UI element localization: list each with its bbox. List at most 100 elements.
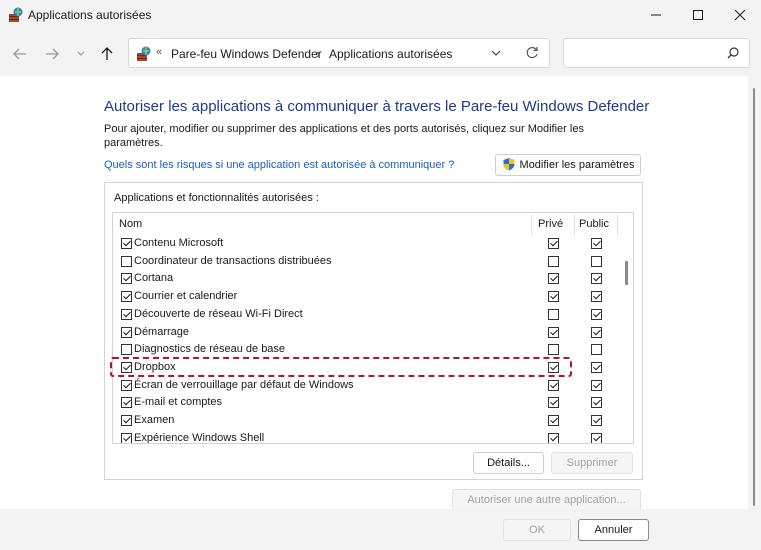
- private-checkbox[interactable]: [548, 344, 559, 356]
- window-scrollbar[interactable]: [748, 76, 761, 509]
- search-input[interactable]: [563, 38, 750, 68]
- up-arrow-icon[interactable]: [97, 44, 117, 64]
- public-checkbox[interactable]: [591, 361, 602, 373]
- enabled-checkbox[interactable]: [121, 308, 132, 320]
- list-item[interactable]: Écran de verrouillage par défaut de Wind…: [113, 377, 618, 395]
- list-item[interactable]: Démarrage: [113, 324, 618, 342]
- firewall-app-icon: [8, 7, 24, 23]
- private-checkbox[interactable]: [548, 291, 559, 303]
- enabled-checkbox[interactable]: [121, 379, 132, 391]
- public-checkbox[interactable]: [591, 415, 602, 426]
- breadcrumb-firewall[interactable]: Pare-feu Windows Defender: [171, 47, 322, 61]
- public-checkbox[interactable]: [591, 308, 602, 320]
- public-checkbox[interactable]: [591, 326, 602, 338]
- shield-icon: [502, 157, 516, 174]
- public-checkbox[interactable]: [591, 273, 602, 285]
- public-checkbox[interactable]: [591, 291, 602, 303]
- enabled-checkbox[interactable]: [121, 344, 132, 356]
- private-checkbox[interactable]: [548, 308, 559, 320]
- enabled-checkbox[interactable]: [121, 255, 132, 267]
- list-item[interactable]: Cortana: [113, 270, 618, 288]
- private-checkbox[interactable]: [548, 379, 559, 391]
- address-bar[interactable]: « Pare-feu Windows Defender › Applicatio…: [128, 38, 550, 68]
- app-name: Écran de verrouillage par défaut de Wind…: [134, 378, 354, 391]
- public-checkbox[interactable]: [591, 432, 602, 443]
- enabled-checkbox[interactable]: [121, 432, 132, 443]
- column-header-name[interactable]: Nom: [119, 218, 142, 230]
- scrollbar-thumb[interactable]: [753, 88, 755, 506]
- private-checkbox[interactable]: [548, 326, 559, 338]
- app-name: Contenu Microsoft: [134, 237, 224, 249]
- private-checkbox[interactable]: [548, 255, 559, 267]
- public-checkbox[interactable]: [591, 344, 602, 356]
- enabled-checkbox[interactable]: [121, 397, 132, 409]
- list-scrollbar-thumb[interactable]: [625, 261, 628, 285]
- column-header-public[interactable]: Public: [579, 218, 609, 230]
- page-title: Autoriser les applications à communiquer…: [104, 98, 650, 115]
- column-divider: [617, 215, 618, 235]
- back-arrow-icon[interactable]: [10, 44, 30, 64]
- column-header-private[interactable]: Privé: [538, 218, 563, 230]
- public-checkbox[interactable]: [591, 255, 602, 267]
- public-checkbox[interactable]: [591, 397, 602, 409]
- enabled-checkbox[interactable]: [121, 415, 132, 426]
- public-checkbox[interactable]: [591, 379, 602, 391]
- enabled-checkbox[interactable]: [121, 291, 132, 303]
- private-checkbox[interactable]: [548, 238, 559, 249]
- app-name: Examen: [134, 414, 175, 426]
- list-scrollbar[interactable]: [619, 235, 633, 443]
- breadcrumb-overflow[interactable]: «: [156, 46, 162, 58]
- delete-button[interactable]: Supprimer: [551, 452, 633, 474]
- ok-button[interactable]: OK: [503, 519, 571, 541]
- minimize-button[interactable]: [633, 0, 679, 30]
- enabled-checkbox[interactable]: [121, 326, 132, 338]
- app-name: E-mail et comptes: [134, 396, 223, 409]
- risks-link[interactable]: Quels sont les risques si une applicatio…: [104, 159, 454, 171]
- close-button[interactable]: [717, 0, 761, 30]
- private-checkbox[interactable]: [548, 415, 559, 426]
- enabled-checkbox[interactable]: [121, 273, 132, 285]
- list-item[interactable]: Expérience Windows Shell: [113, 430, 618, 444]
- dropbox-highlight: [110, 357, 572, 377]
- allow-another-app-button[interactable]: Autoriser une autre application...: [452, 489, 641, 511]
- details-button[interactable]: Détails...: [473, 452, 544, 474]
- forward-arrow-icon[interactable]: [42, 44, 62, 64]
- group-label: Applications et fonctionnalités autorisé…: [114, 192, 319, 204]
- column-divider: [531, 215, 532, 235]
- cancel-button[interactable]: Annuler: [578, 519, 649, 541]
- firewall-app-icon: [136, 46, 152, 62]
- list-item[interactable]: Examen: [113, 412, 618, 430]
- list-item[interactable]: Coordinateur de transactions distribuées: [113, 253, 618, 271]
- allowed-apps-list[interactable]: Nom Privé Public Contenu Microsoft Coordi…: [112, 212, 634, 444]
- maximize-button[interactable]: [675, 0, 721, 30]
- app-name: Courrier et calendrier: [134, 290, 238, 303]
- refresh-icon[interactable]: [525, 46, 539, 63]
- public-checkbox[interactable]: [591, 238, 602, 249]
- breadcrumb-separator[interactable]: ›: [316, 47, 320, 61]
- chevron-down-icon[interactable]: [71, 44, 91, 64]
- app-name: Cortana: [134, 272, 174, 285]
- app-name: Coordinateur de transactions distribuées: [134, 254, 332, 267]
- private-checkbox[interactable]: [548, 397, 559, 409]
- list-item[interactable]: E-mail et comptes: [113, 394, 618, 412]
- breadcrumb-allowed-apps[interactable]: Applications autorisées: [329, 47, 452, 61]
- app-name: Découverte de réseau Wi-Fi Direct: [134, 307, 303, 320]
- chevron-down-icon[interactable]: [491, 47, 501, 61]
- list-item[interactable]: Découverte de réseau Wi-Fi Direct: [113, 306, 618, 324]
- list-header: Nom Privé Public: [113, 213, 633, 235]
- window-title: Applications autorisées: [28, 8, 152, 22]
- list-item[interactable]: Courrier et calendrier: [113, 288, 618, 306]
- column-divider: [574, 215, 575, 235]
- private-checkbox[interactable]: [548, 273, 559, 285]
- modify-settings-label: Modifier les paramètres: [519, 159, 635, 171]
- title-bar: Applications autorisées: [0, 0, 761, 30]
- modify-settings-button[interactable]: Modifier les paramètres: [495, 154, 641, 176]
- app-name: Démarrage: [134, 325, 190, 338]
- list-item[interactable]: Contenu Microsoft: [113, 235, 618, 253]
- page-description: Pour ajouter, modifier ou supprimer des …: [104, 123, 584, 149]
- app-name: Diagnostics de réseau de base: [134, 343, 286, 356]
- app-name: Expérience Windows Shell: [134, 431, 265, 444]
- search-icon[interactable]: [727, 47, 739, 62]
- enabled-checkbox[interactable]: [121, 238, 132, 249]
- private-checkbox[interactable]: [548, 432, 559, 443]
